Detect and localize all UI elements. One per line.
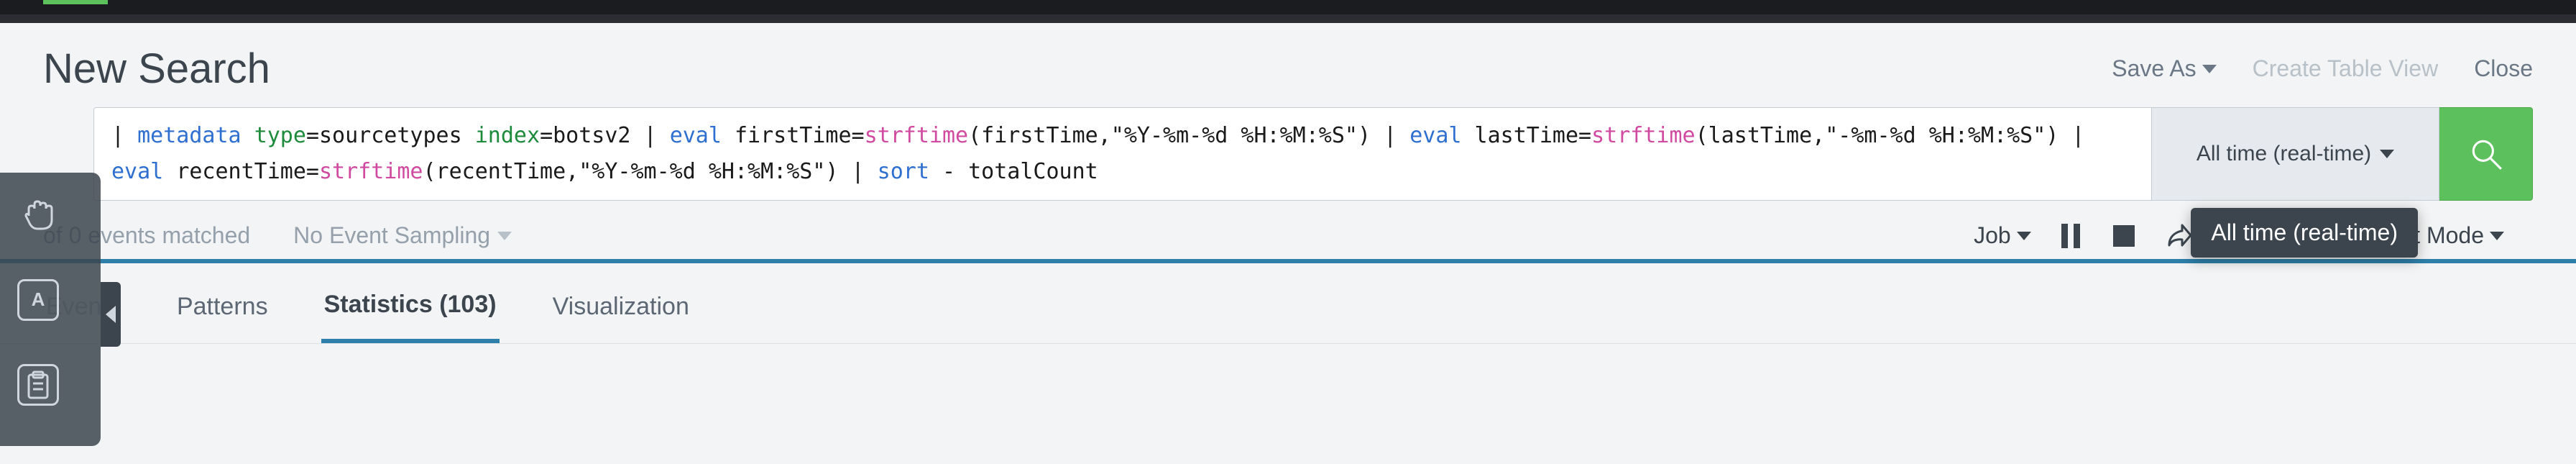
- page-header: New Search Save As Create Table View Clo…: [0, 23, 2576, 107]
- time-range-label: All time (real-time): [2196, 142, 2371, 166]
- pause-icon[interactable]: [2060, 224, 2082, 248]
- create-table-view-button: Create Table View: [2253, 55, 2439, 82]
- tab-statistics[interactable]: Statistics (103): [321, 278, 500, 343]
- result-tabs: Events Patterns Statistics (103) Visuali…: [0, 263, 2576, 344]
- save-as-label: Save As: [2112, 55, 2196, 82]
- event-sampling-menu[interactable]: No Event Sampling: [293, 222, 512, 249]
- save-as-menu[interactable]: Save As: [2112, 55, 2216, 82]
- time-range-picker[interactable]: All time (real-time): [2152, 107, 2439, 201]
- tab-patterns[interactable]: Patterns: [174, 280, 271, 341]
- event-sampling-label: No Event Sampling: [293, 222, 490, 249]
- clipboard-tool-icon[interactable]: [17, 364, 59, 406]
- job-label: Job: [1974, 222, 2011, 249]
- caret-down-icon: [497, 232, 512, 240]
- close-button[interactable]: Close: [2474, 55, 2533, 82]
- search-row: | metadata type=sourcetypes index=botsv2…: [0, 107, 2576, 215]
- tab-visualization[interactable]: Visualization: [550, 280, 692, 341]
- time-range-tooltip: All time (real-time): [2191, 208, 2418, 258]
- search-icon: [2468, 136, 2504, 172]
- caret-down-icon: [2380, 150, 2394, 158]
- search-button[interactable]: [2439, 107, 2533, 201]
- svg-text:A: A: [32, 288, 45, 310]
- create-table-label: Create Table View: [2253, 55, 2439, 82]
- caret-down-icon: [2202, 65, 2217, 73]
- toolbar-collapse-handle[interactable]: [101, 282, 121, 347]
- caret-down-icon: [2490, 232, 2504, 240]
- hand-tool-icon[interactable]: [17, 194, 59, 236]
- header-actions: Save As Create Table View Close: [2112, 55, 2533, 82]
- page-title: New Search: [43, 45, 2112, 93]
- text-select-tool-icon[interactable]: A: [17, 279, 59, 321]
- floating-toolbar[interactable]: A: [0, 173, 101, 446]
- close-label: Close: [2474, 55, 2533, 82]
- share-icon[interactable]: [2166, 224, 2192, 248]
- app-subbar: [0, 14, 2576, 23]
- job-bar: of 0 events matched No Event Sampling Jo…: [0, 215, 2576, 263]
- caret-down-icon: [2017, 232, 2031, 240]
- app-topbar: [0, 0, 2576, 14]
- active-app-indicator: [43, 0, 108, 4]
- search-input[interactable]: | metadata type=sourcetypes index=botsv2…: [93, 107, 2152, 201]
- job-menu[interactable]: Job: [1974, 222, 2031, 249]
- stop-icon[interactable]: [2113, 225, 2135, 247]
